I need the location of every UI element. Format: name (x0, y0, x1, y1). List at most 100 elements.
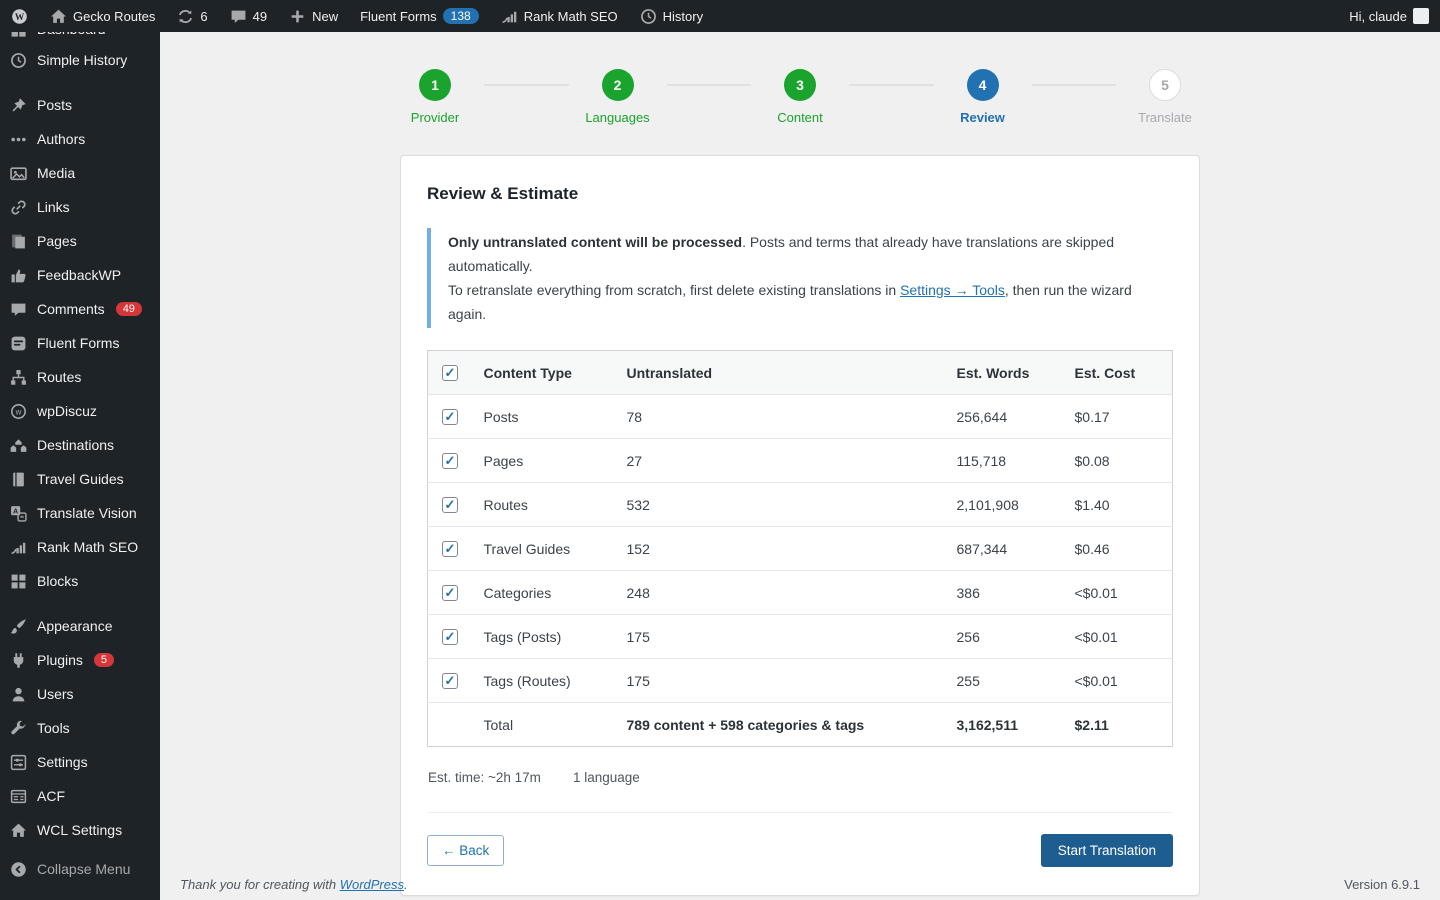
site-name-menu[interactable]: Gecko Routes (39, 0, 166, 32)
count-badge: 5 (94, 653, 114, 667)
fluent-forms-badge: 138 (443, 8, 479, 24)
user-greeting: Hi, claude (1349, 9, 1407, 24)
home-icon (50, 8, 67, 25)
row-checkbox[interactable]: ✓ (442, 409, 458, 425)
sidebar-item-fluent-forms[interactable]: Fluent Forms (0, 326, 160, 360)
sidebar-item-blocks[interactable]: Blocks (0, 564, 160, 598)
cell-est-words: 386 (947, 571, 1065, 615)
sidebar-item-settings[interactable]: Settings (0, 745, 160, 779)
comment-icon (9, 300, 28, 319)
clock-icon (640, 8, 657, 25)
step-connector (667, 84, 752, 86)
row-checkbox[interactable]: ✓ (442, 585, 458, 601)
rank-math-label: Rank Math SEO (524, 9, 618, 24)
step-provider[interactable]: 1Provider (400, 69, 470, 125)
updates-menu[interactable]: 6 (166, 0, 218, 32)
sidebar-item-appearance[interactable]: Appearance (0, 609, 160, 643)
row-checkbox[interactable]: ✓ (442, 453, 458, 469)
cell-content-type: Tags (Routes) (474, 659, 617, 703)
table-row-categories: ✓Categories248386<$0.01 (428, 571, 1173, 615)
sidebar-item-label: Travel Guides (37, 471, 124, 487)
cell-est-words: 115,718 (947, 439, 1065, 483)
table-row-routes: ✓Routes5322,101,908$1.40 (428, 483, 1173, 527)
row-checkbox[interactable]: ✓ (442, 629, 458, 645)
history-menu[interactable]: History (629, 0, 714, 32)
brush-icon (9, 617, 28, 636)
count-badge: 49 (116, 302, 142, 316)
cell-untranslated: 532 (617, 483, 947, 527)
sidebar-item-posts[interactable]: Posts (0, 88, 160, 122)
rank-math-menu[interactable]: Rank Math SEO (490, 0, 629, 32)
sidebar-item-travel-guides[interactable]: Travel Guides (0, 462, 160, 496)
sidebar-item-dashboard[interactable]: Dashboard (0, 32, 160, 43)
seo-chart-icon (501, 8, 518, 25)
sidebar-item-links[interactable]: Links (0, 190, 160, 224)
row-checkbox[interactable]: ✓ (442, 497, 458, 513)
table-row-pages: ✓Pages27115,718$0.08 (428, 439, 1173, 483)
estimate-summary: Est. time: ~2h 17m 1 language (428, 770, 1173, 785)
cell-est-words: 255 (947, 659, 1065, 703)
sidebar-item-feedbackwp[interactable]: FeedbackWP (0, 258, 160, 292)
row-checkbox[interactable]: ✓ (442, 541, 458, 557)
plugin-icon (9, 651, 28, 670)
settings-tools-link[interactable]: Settings → Tools (900, 282, 1005, 298)
step-label: Provider (411, 110, 459, 125)
sidebar-item-label: Routes (37, 369, 81, 385)
step-number: 4 (967, 69, 999, 101)
collapse-menu-button[interactable]: Collapse Menu (0, 852, 160, 886)
select-all-checkbox[interactable]: ✓ (442, 365, 458, 381)
my-account-menu[interactable]: Hi, claude (1338, 0, 1440, 32)
back-button[interactable]: ← Back (427, 835, 504, 866)
sidebar-item-users[interactable]: Users (0, 677, 160, 711)
sidebar-item-label: Simple History (37, 52, 127, 68)
sidebar-item-rank-math-seo[interactable]: Rank Math SEO (0, 530, 160, 564)
wp-logo-menu[interactable]: W (0, 0, 39, 32)
notice-line-1: Only untranslated content will be proces… (448, 230, 1173, 278)
sidebar-item-label: Translate Vision (37, 505, 137, 521)
sidebar-item-wpdiscuz[interactable]: wwpDiscuz (0, 394, 160, 428)
media-icon (9, 164, 28, 183)
footer-version: Version 6.9.1 (1344, 877, 1420, 892)
updates-icon (177, 8, 194, 25)
cell-content-type: Pages (474, 439, 617, 483)
sidebar-item-label: Users (37, 686, 74, 702)
sidebar-item-plugins[interactable]: Plugins5 (0, 643, 160, 677)
sidebar-item-translate-vision[interactable]: ATranslate Vision (0, 496, 160, 530)
step-label: Translate (1138, 110, 1192, 125)
step-content[interactable]: 3Content (765, 69, 835, 125)
language-count: 1 language (573, 770, 640, 785)
sidebar-item-wcl-settings[interactable]: WCL Settings (0, 813, 160, 847)
footer-thanks: Thank you for creating with WordPress. (180, 877, 408, 892)
sidebar-item-comments[interactable]: Comments49 (0, 292, 160, 326)
plus-icon (289, 8, 306, 25)
start-translation-button[interactable]: Start Translation (1041, 834, 1173, 867)
wordpress-logo-icon: W (11, 8, 28, 25)
collapse-arrow-icon (9, 860, 28, 879)
step-number: 5 (1149, 69, 1181, 101)
sidebar-item-media[interactable]: Media (0, 156, 160, 190)
step-label: Content (777, 110, 823, 125)
sidebar-item-tools[interactable]: Tools (0, 711, 160, 745)
history-label: History (663, 9, 703, 24)
sidebar-item-routes[interactable]: Routes (0, 360, 160, 394)
comments-menu[interactable]: 49 (219, 0, 278, 32)
sidebar-item-label: ACF (37, 788, 65, 804)
new-content-menu[interactable]: New (278, 0, 349, 32)
step-translate[interactable]: 5 Translate (1130, 69, 1200, 125)
step-review[interactable]: 4Review (948, 69, 1018, 125)
est-time: Est. time: ~2h 17m (428, 770, 541, 785)
fluent-forms-menu[interactable]: Fluent Forms 138 (349, 0, 490, 32)
sidebar-item-destinations[interactable]: Destinations (0, 428, 160, 462)
admin-bar: W Gecko Routes 6 49 New Fluent Forms 138… (0, 0, 1440, 32)
wordpress-link[interactable]: WordPress (340, 877, 404, 892)
step-languages[interactable]: 2Languages (583, 69, 653, 125)
sidebar-item-authors[interactable]: Authors (0, 122, 160, 156)
sidebar-item-label: Pages (37, 233, 77, 249)
user-icon (9, 685, 28, 704)
sidebar-item-pages[interactable]: Pages (0, 224, 160, 258)
row-checkbox[interactable]: ✓ (442, 673, 458, 689)
sidebar-item-simple-history[interactable]: Simple History (0, 43, 160, 77)
sidebar-item-acf[interactable]: ACF (0, 779, 160, 813)
review-estimate-card: Review & Estimate Only untranslated cont… (400, 155, 1200, 896)
sidebar-item-label: Rank Math SEO (37, 539, 138, 555)
